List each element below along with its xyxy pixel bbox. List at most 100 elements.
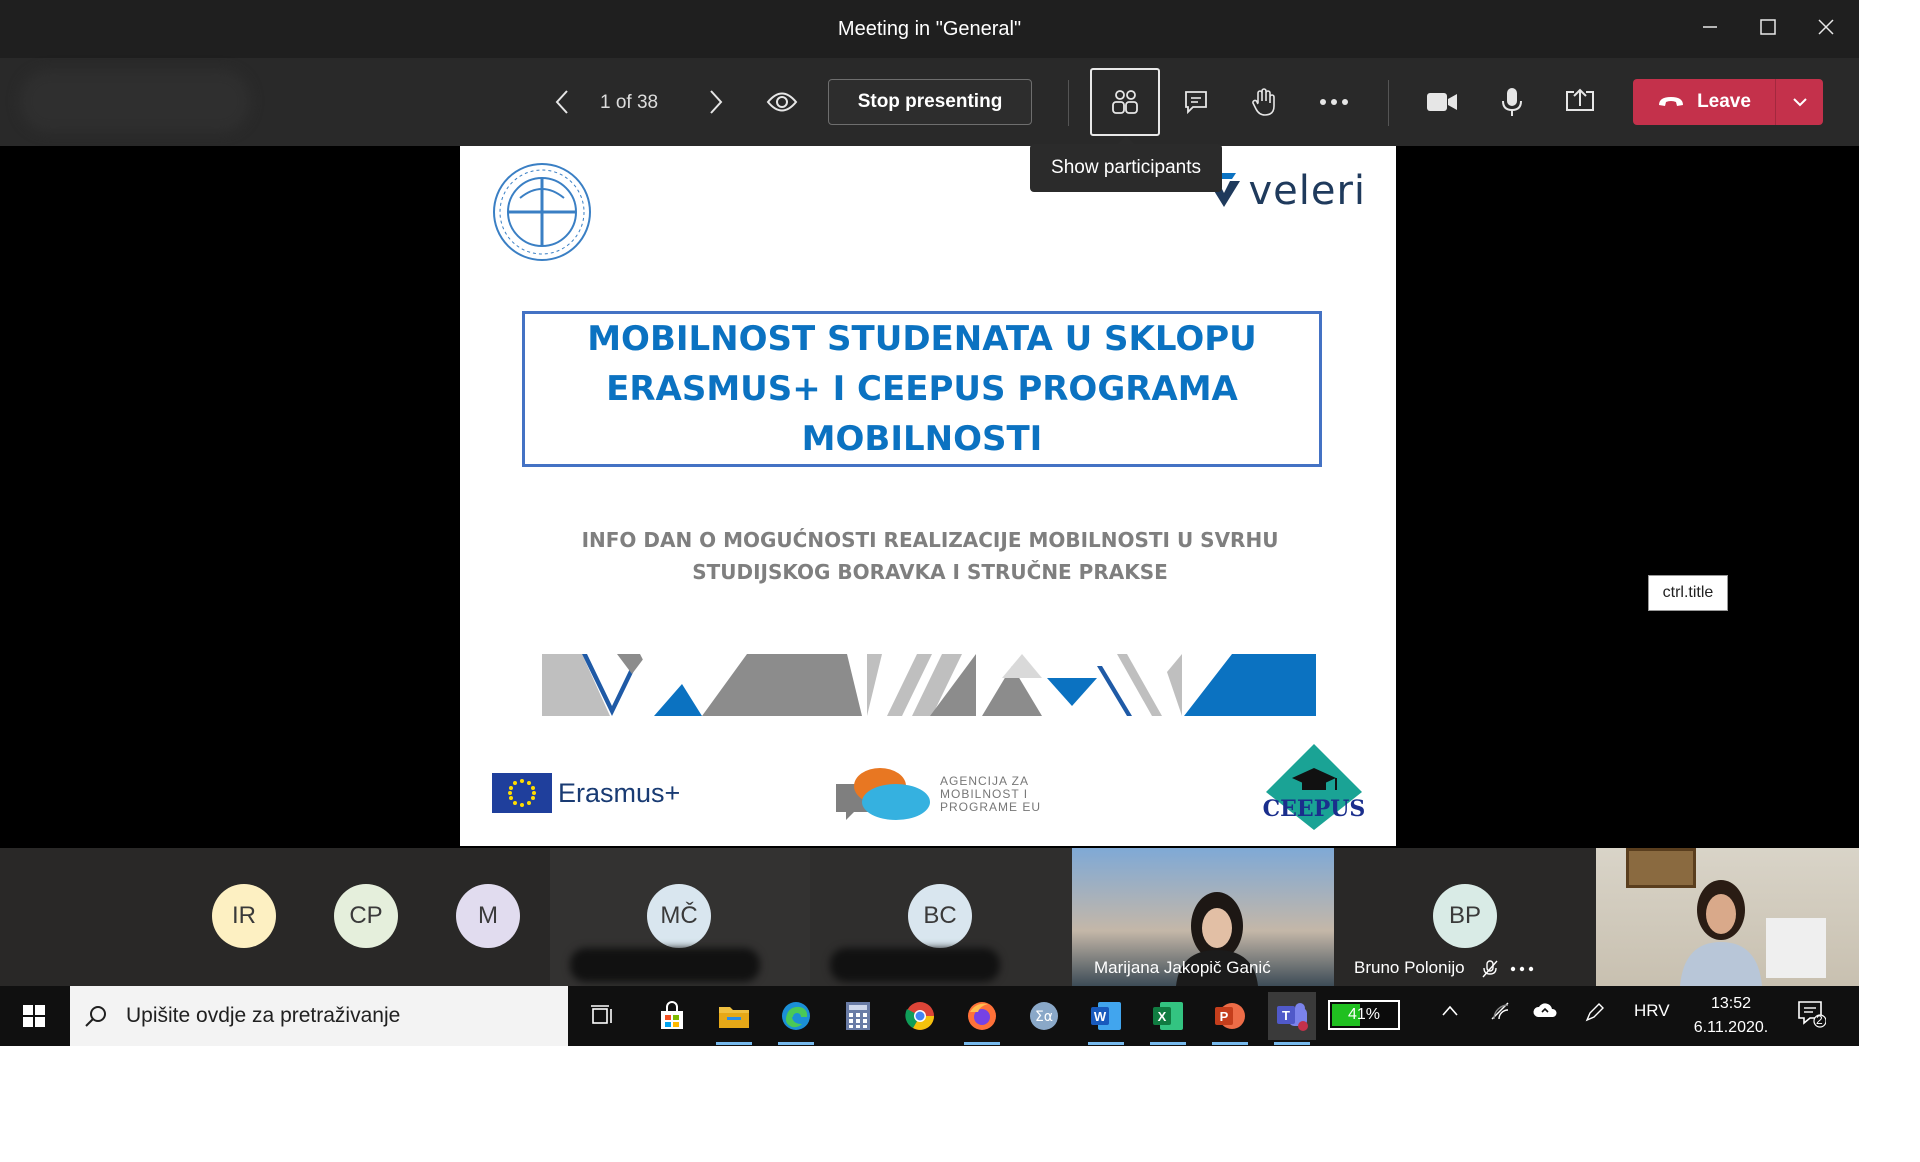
close-icon[interactable] [1806, 10, 1846, 48]
people-icon [1112, 90, 1138, 114]
avatar-initials: BC [923, 902, 957, 929]
firefox-icon[interactable] [958, 992, 1006, 1045]
chrome-icon[interactable] [896, 992, 944, 1040]
agency-line-3: PROGRAME EU [940, 799, 1042, 814]
avatar-initials: CP [349, 902, 383, 929]
college-seal-logo [493, 163, 591, 261]
notification-count: 2 [1816, 1013, 1823, 1027]
teams-icon[interactable]: T [1268, 992, 1316, 1045]
video-tile[interactable]: Marijana Jakopič Ganić [1072, 848, 1334, 986]
leave-main[interactable]: Leave [1633, 79, 1775, 125]
battery-indicator[interactable]: 41% [1328, 1000, 1400, 1030]
meeting-toolbar: 1 of 38 Stop presenting Leave [0, 58, 1859, 146]
notification-icon[interactable]: 2 [1796, 998, 1827, 1033]
input-language[interactable]: HRV [1634, 1001, 1670, 1021]
sql-tool-icon[interactable]: Σα [1020, 992, 1068, 1040]
veleri-text: veleri [1248, 168, 1366, 214]
wall-papers [1766, 918, 1826, 978]
participant-tile[interactable]: BC [810, 848, 1072, 986]
participants-strip: IR CP M MČ BC Marijana Jakopič Ganić BP … [0, 848, 1859, 986]
ctrl-title-tooltip: ctrl.title [1648, 575, 1728, 611]
ceepus-logo: CEEPUS [1263, 744, 1366, 830]
word-icon[interactable]: W [1082, 992, 1130, 1045]
chevron-up-icon[interactable] [1440, 1001, 1460, 1026]
onedrive-icon[interactable] [1532, 1001, 1558, 1024]
search-placeholder: Upišite ovdje za pretraživanje [126, 1004, 401, 1027]
share-screen-icon[interactable] [1554, 76, 1606, 128]
powerpoint-icon[interactable]: P [1206, 992, 1254, 1045]
calculator-icon[interactable] [834, 992, 882, 1040]
svg-text:X: X [1158, 1009, 1167, 1024]
eye-icon[interactable] [756, 76, 808, 128]
leave-button[interactable]: Leave [1633, 79, 1823, 125]
slide-title: MOBILNOST STUDENATA U SKLOPU ERASMUS+ I … [587, 319, 1257, 459]
chevron-down-icon[interactable] [1776, 79, 1823, 125]
ceepus-label: CEEPUS [1263, 796, 1366, 822]
participant-tile[interactable]: BP Bruno Polonijo [1334, 848, 1596, 986]
task-view-icon[interactable] [578, 992, 626, 1040]
camera-icon[interactable] [1416, 76, 1468, 128]
avatar[interactable]: M [456, 884, 520, 948]
participant-tile[interactable]: MČ [550, 848, 810, 986]
microphone-icon[interactable] [1486, 76, 1538, 128]
participant-name: Marijana Jakopič Ganić [1094, 958, 1271, 977]
video-tile[interactable] [1596, 848, 1859, 986]
avatar-initials: MČ [660, 902, 698, 929]
chat-icon[interactable] [1170, 76, 1222, 128]
avatar[interactable]: CP [334, 884, 398, 948]
agency-text: AGENCIJA ZA MOBILNOST I PROGRAME EU [940, 773, 1042, 814]
excel-icon[interactable]: X [1144, 992, 1192, 1045]
raise-hand-icon[interactable] [1238, 76, 1290, 128]
teams-window: Meeting in "General" 1 of 38 Stop presen… [0, 0, 1859, 1046]
clock-date: 6.11.2020. [1693, 1019, 1769, 1036]
edge-browser-icon[interactable] [772, 992, 820, 1045]
next-slide-icon[interactable] [690, 76, 742, 128]
decorative-triangle-banner [542, 654, 1316, 716]
leave-label: Leave [1697, 91, 1751, 112]
svg-text:T: T [1282, 1008, 1290, 1023]
blurred-meeting-info [20, 70, 250, 132]
clock-time: 13:52 [1710, 995, 1752, 1012]
svg-text:W: W [1094, 1009, 1107, 1024]
show-participants-tooltip: Show participants [1030, 136, 1222, 192]
windows-start-icon[interactable] [10, 992, 58, 1040]
avatar-initials: IR [232, 902, 256, 929]
stop-presenting-button[interactable]: Stop presenting [828, 79, 1032, 125]
avatar[interactable]: BP [1433, 884, 1497, 948]
battery-percentage: 41% [1347, 1006, 1381, 1023]
store-icon[interactable] [648, 992, 696, 1040]
avatar-group-tile[interactable]: IR CP M [0, 848, 550, 986]
pen-icon[interactable] [1584, 1001, 1606, 1028]
show-participants-button[interactable] [1090, 68, 1160, 136]
wifi-icon[interactable] [1490, 1001, 1512, 1026]
hang-up-icon [1659, 97, 1684, 106]
previous-slide-icon[interactable] [536, 76, 588, 128]
mic-muted-icon [1482, 960, 1498, 978]
toolbar-divider [1388, 80, 1389, 126]
avatar[interactable]: BC [908, 884, 972, 948]
minimize-icon[interactable] [1690, 10, 1730, 48]
taskbar-search[interactable]: Upišite ovdje za pretraživanje [70, 986, 568, 1046]
participant-name: Bruno Polonijo [1354, 958, 1465, 977]
participant-video-person [1680, 880, 1762, 986]
veleri-logo: veleri [1206, 166, 1366, 216]
window-title: Meeting in "General" [837, 18, 1022, 40]
more-options-icon[interactable] [1308, 76, 1360, 128]
more-options-icon[interactable] [1510, 966, 1534, 972]
maximize-icon[interactable] [1748, 10, 1788, 48]
agency-line-2: MOBILNOST I [940, 786, 1029, 801]
erasmus-plus-logo: Erasmus+ [492, 773, 680, 813]
file-explorer-icon[interactable] [710, 992, 758, 1045]
slide-counter: 1 of 38 [600, 92, 659, 113]
slide-subtitle: INFO DAN O MOGUĆNOSTI REALIZACIJE MOBILN… [581, 528, 1279, 584]
blurred-name [570, 948, 760, 982]
avatar-initials: BP [1448, 902, 1481, 929]
svg-text:P: P [1220, 1009, 1229, 1024]
system-clock[interactable]: 13:52 6.11.2020. [1686, 992, 1776, 1040]
search-icon [84, 1004, 108, 1028]
slide-title-box: MOBILNOST STUDENATA U SKLOPU ERASMUS+ I … [522, 311, 1322, 467]
agency-logo: AGENCIJA ZA MOBILNOST I PROGRAME EU [834, 764, 1041, 824]
avatar[interactable]: MČ [647, 884, 711, 948]
agency-line-1: AGENCIJA ZA [940, 773, 1030, 788]
avatar[interactable]: IR [212, 884, 276, 948]
